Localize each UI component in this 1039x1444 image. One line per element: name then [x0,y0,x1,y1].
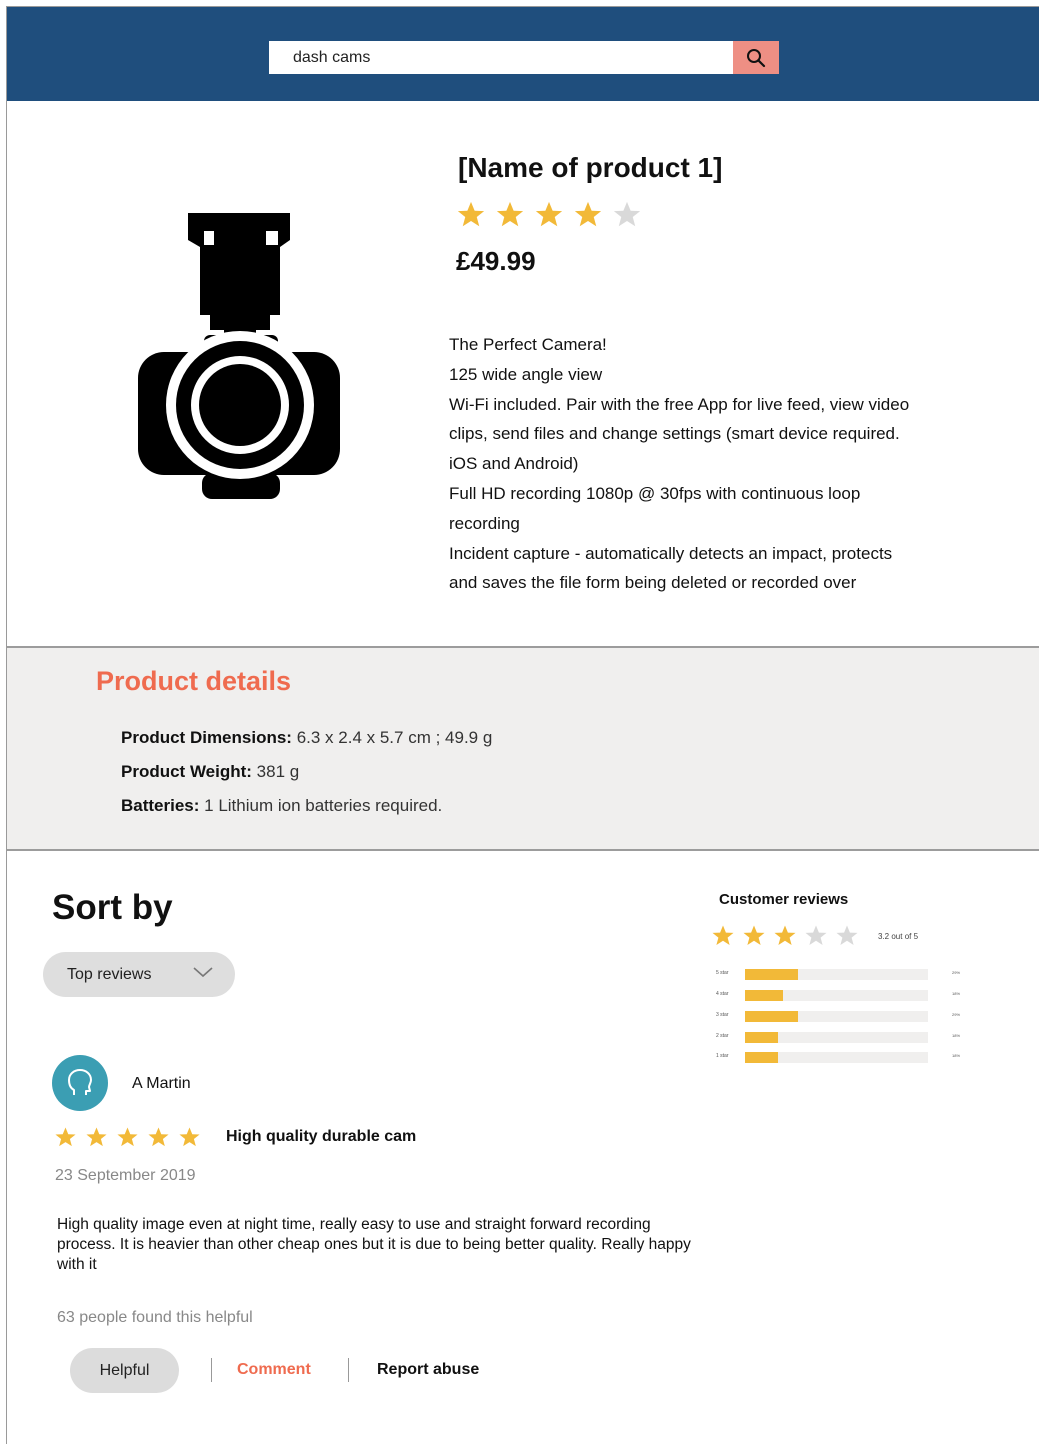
histogram-row[interactable]: 1 star 18% [716,1052,976,1063]
star-icon [179,1127,200,1147]
histogram-fill [745,990,784,1001]
search-button[interactable] [733,41,779,74]
description-line: recording [449,513,520,533]
histogram-percent: 18% [952,1033,961,1038]
histogram-track [745,1011,928,1022]
star-icon [55,1127,76,1147]
review-title: High quality durable cam [226,1128,417,1145]
detail-value: 381 g [251,762,300,781]
avatar [52,1055,108,1111]
customer-reviews-title: Customer reviews [719,891,849,908]
top-header: dash cams [7,7,1039,101]
review-body: High quality image even at night time, r… [57,1216,691,1273]
histogram-percent: 18% [952,991,961,996]
histogram-percent: 18% [952,1053,961,1058]
product-title: [Name of product 1] [458,152,723,183]
description-line: and saves the file form being deleted or… [449,573,857,593]
histogram-label: 5 star [716,970,729,976]
star-icon [535,201,563,227]
histogram-percent: 29% [952,970,961,975]
review-date: 23 September 2019 [55,1167,196,1184]
product-description: The Perfect Camera! 125 wide angle view … [449,330,979,598]
description-line: Full HD recording 1080p @ 30fps with con… [449,483,861,503]
star-icon [117,1127,138,1147]
star-icon [836,925,858,945]
detail-batteries: Batteries: 1 Lithium ion batteries requi… [121,796,442,816]
star-icon [743,925,765,945]
histogram-label: 1 star [716,1053,729,1059]
product-price: £49.99 [456,246,536,276]
summary-rating-stars [711,924,866,948]
report-abuse-link[interactable]: Report abuse [377,1361,479,1379]
histogram-label: 2 star [716,1033,729,1039]
star-icon [86,1127,107,1147]
detail-label: Product Weight: [121,762,252,781]
star-icon [613,201,641,227]
histogram-row[interactable]: 5 star 29% [716,969,976,980]
description-line: 125 wide angle view [449,364,603,384]
divider [348,1358,349,1382]
histogram-row[interactable]: 3 star 29% [716,1011,976,1022]
histogram-fill [745,1011,799,1022]
helpful-button[interactable]: Helpful [70,1348,179,1393]
star-icon [712,925,734,945]
product-details-section: Product details Product Dimensions: 6.3 … [7,646,1039,851]
search-input[interactable]: dash cams [269,41,733,74]
description-line: clips, send files and change settings (s… [449,424,900,444]
helpful-count: 63 people found this helpful [57,1309,253,1326]
comment-link[interactable]: Comment [237,1361,311,1379]
average-rating-text: 3.2 out of 5 [878,932,919,941]
histogram-fill [745,969,799,980]
histogram-track [745,1052,928,1063]
description-line: iOS and Android) [449,454,579,474]
histogram-label: 3 star [716,1012,729,1018]
histogram-fill [745,1052,778,1063]
search-icon [747,48,766,67]
star-icon [496,201,524,227]
detail-weight: Product Weight: 381 g [121,762,299,782]
star-icon [805,925,827,945]
sort-dropdown[interactable]: Top reviews [43,952,235,997]
product-details-title: Product details [96,666,292,696]
star-icon [148,1127,169,1147]
histogram-percent: 29% [952,1012,961,1017]
histogram-row[interactable]: 2 star 18% [716,1032,976,1043]
histogram-track [745,969,928,980]
histogram-track [745,1032,928,1043]
histogram-fill [745,1032,778,1043]
product-rating-stars [456,200,651,230]
detail-label: Product Dimensions: [121,728,292,747]
star-icon [774,925,796,945]
sort-selected-value: Top reviews [67,966,152,983]
histogram-track [745,990,928,1001]
review-rating-stars [54,1126,209,1149]
detail-dimensions: Product Dimensions: 6.3 x 2.4 x 5.7 cm ;… [121,728,492,748]
detail-label: Batteries: [121,796,200,815]
description-line: Incident capture - automatically detects… [449,543,893,563]
dash-cam-image [138,213,340,499]
sort-by-heading: Sort by [52,888,173,927]
divider [211,1358,212,1382]
user-head-icon [68,1069,92,1095]
detail-value: 6.3 x 2.4 x 5.7 cm ; 49.9 g [291,728,493,747]
detail-value: 1 Lithium ion batteries required. [199,796,443,815]
chevron-down-icon [193,967,213,978]
histogram-label: 4 star [716,991,729,997]
star-icon [457,201,485,227]
description-line: Wi-Fi included. Pair with the free App f… [449,394,910,414]
reviewer-name: A Martin [132,1075,191,1092]
description-line: The Perfect Camera! [449,335,607,354]
histogram-row[interactable]: 4 star 18% [716,990,976,1001]
star-icon [574,201,602,227]
